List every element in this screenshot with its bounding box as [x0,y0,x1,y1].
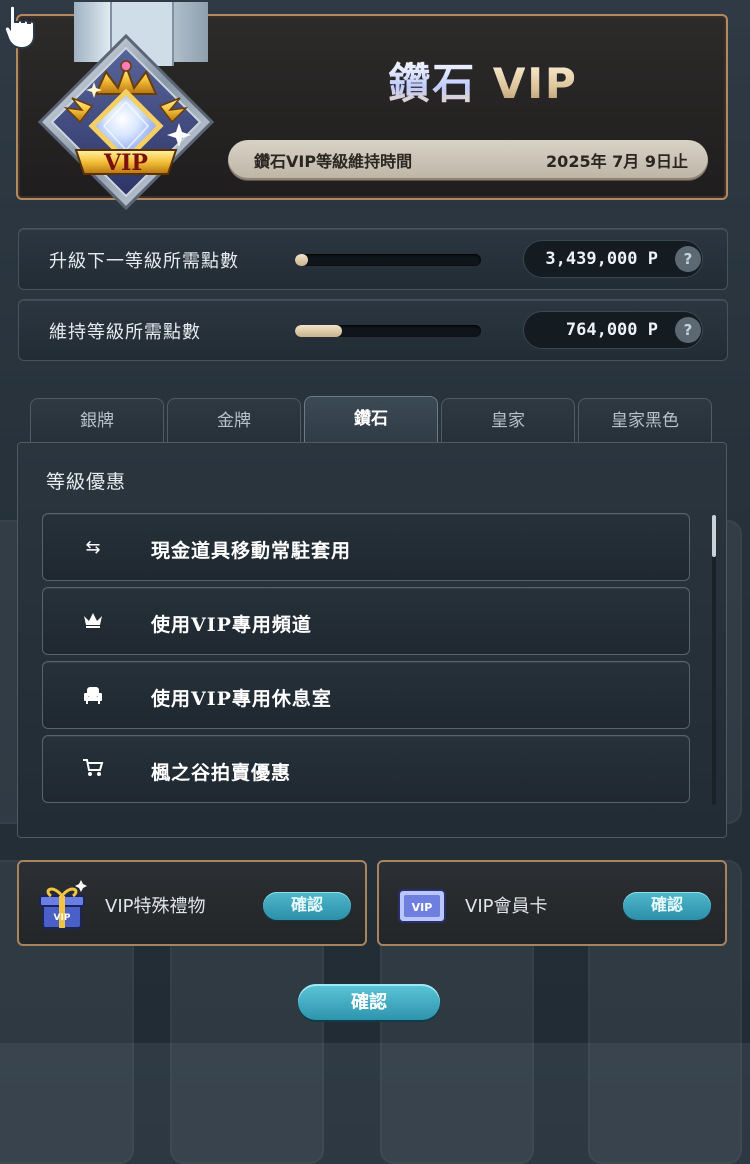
cart-icon [81,758,105,782]
maintain-period-date: 2025年 7月 9日止 [546,152,688,171]
benefit-item-auction-discount[interactable]: 楓之谷拍賣優惠 [42,735,690,803]
upgrade-points-row: 升級下一等級所需點數 3,439,000 P ? [18,228,728,290]
benefit-item-cash-item-transfer[interactable]: ⇆ 現金道具移動常駐套用 [42,513,690,581]
diamond-vip-badge-icon: VIP [37,33,215,211]
tab-gold[interactable]: 金牌 [167,398,301,444]
maintain-points-row: 維持等級所需點數 764,000 P ? [18,299,728,361]
tab-silver[interactable]: 銀牌 [30,398,164,444]
benefit-label: 現金道具移動常駐套用 [151,540,352,562]
scrollbar-thumb[interactable] [712,515,716,557]
confirm-button[interactable]: 確認 [298,984,440,1020]
maintain-points-label: 維持等級所需點數 [49,322,201,343]
maintain-progress-bar [295,325,481,337]
vip-card-icon: VIP [398,889,446,923]
swap-arrows-icon: ⇆ [85,537,101,558]
vip-tier-suffix: VIP [492,59,578,108]
hand-cursor-icon [3,4,35,50]
vip-special-gift-card: VIP VIP特殊禮物 確認 [17,860,367,946]
member-card-confirm-button[interactable]: 確認 [623,892,711,920]
vip-tier-title: 鑽石 VIP [318,50,648,111]
tab-royal[interactable]: 皇家 [441,398,575,444]
tab-diamond[interactable]: 鑽石 [304,396,438,444]
svg-text:VIP: VIP [412,901,433,914]
benefits-title: 等級優惠 [46,471,127,493]
vip-header: VIP 鑽石 VIP 鑽石VIP等級維持時間 2025年 7月 9日止 [16,2,728,211]
svg-text:VIP: VIP [103,150,148,176]
tab-royal-black[interactable]: 皇家黑色 [578,398,712,444]
benefit-item-vip-channel[interactable]: 使用VIP專用頻道 [42,587,690,655]
vip-maintain-period: 鑽石VIP等級維持時間 2025年 7月 9日止 [228,140,708,180]
upgrade-progress-fill [295,254,309,266]
gift-box-icon: VIP [39,880,87,929]
chair-icon [81,684,105,708]
benefit-label: 使用VIP專用休息室 [151,688,332,710]
crown-icon [81,610,105,634]
help-icon[interactable]: ? [675,317,701,343]
upgrade-points-label: 升級下一等級所需點數 [49,251,239,272]
benefit-label: 楓之谷拍賣優惠 [151,762,292,784]
maintain-period-label: 鑽石VIP等級維持時間 [254,152,413,171]
tier-benefits-panel: 等級優惠 ⇆ 現金道具移動常駐套用 使用VIP專用頻道 使用VIP專用休息室 楓… [17,442,727,838]
benefit-item-vip-lounge[interactable]: 使用VIP專用休息室 [42,661,690,729]
vip-member-card: VIP VIP會員卡 確認 [377,860,727,946]
benefits-scrollbar[interactable] [712,515,716,805]
upgrade-progress-bar [295,254,481,266]
maintain-progress-fill [295,325,342,337]
card-label: VIP特殊禮物 [105,896,206,917]
vip-tier-name: 鑽石 [388,59,477,108]
gift-confirm-button[interactable]: 確認 [263,892,351,920]
svg-text:VIP: VIP [54,913,71,923]
benefit-label: 使用VIP專用頻道 [151,614,312,636]
help-icon[interactable]: ? [675,246,701,272]
card-label: VIP會員卡 [465,896,548,917]
